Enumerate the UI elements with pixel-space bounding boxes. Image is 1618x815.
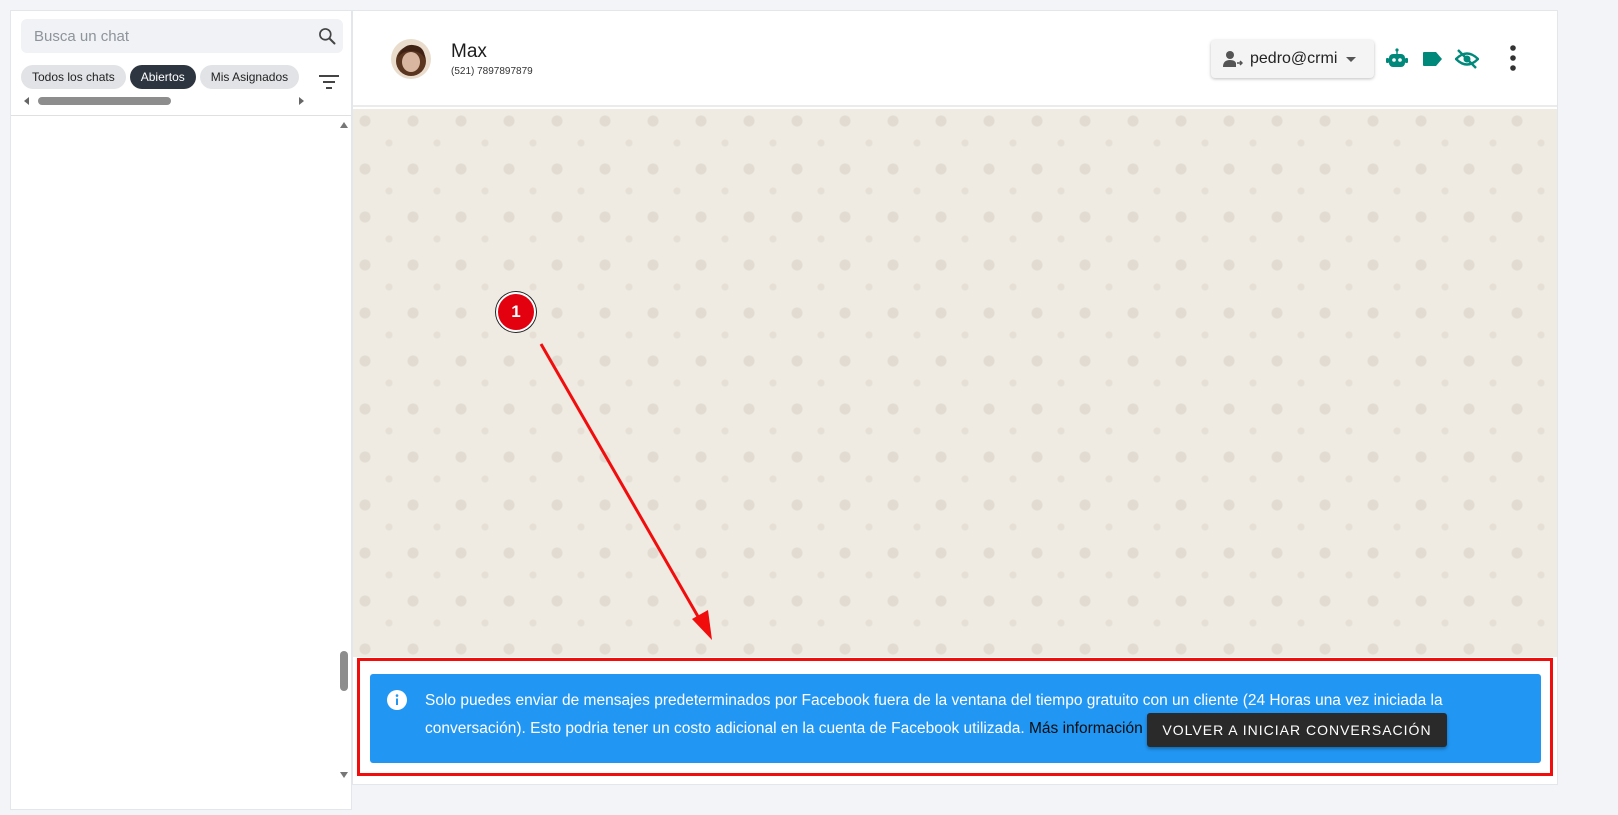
sidebar-divider [11,115,351,116]
scroll-down-icon[interactable] [340,772,348,778]
chip-todos-los-chats[interactable]: Todos los chats [21,65,126,89]
filter-chips: Todos los chats Abiertos Mis Asignados [21,65,300,89]
chat-messages-area [353,109,1557,657]
agent-select[interactable]: pedro@crmi [1211,40,1374,78]
chat-panel: Max (521) 7897897879 pedro@crmi Solo pue… [352,10,1558,785]
vertical-scroll-thumb[interactable] [340,651,348,691]
scroll-left-icon[interactable] [24,97,29,105]
annotation-step-badge: 1 [496,292,536,332]
horizontal-scrollbar[interactable] [24,95,304,107]
filter-icon[interactable] [318,73,340,91]
robot-icon[interactable] [1385,47,1409,71]
info-icon [387,690,407,710]
contact-name: Max [451,41,487,62]
search-input[interactable] [21,19,311,53]
scroll-up-icon[interactable] [340,122,348,128]
chevron-down-icon [1346,57,1356,62]
eye-off-icon[interactable] [1455,47,1479,71]
restart-conversation-button[interactable]: VOLVER A INICIAR CONVERSACIÓN [1147,713,1447,747]
chip-abiertos[interactable]: Abiertos [129,65,196,89]
contact-phone: (521) 7897897879 [451,66,533,77]
agent-label: pedro@crmi [1250,50,1338,67]
search-box [21,19,343,53]
label-icon[interactable] [1420,47,1444,71]
search-icon[interactable] [317,26,337,46]
scroll-right-icon[interactable] [299,97,304,105]
avatar[interactable] [391,39,431,79]
assign-user-icon [1223,51,1243,67]
chat-header: Max (521) 7897897879 pedro@crmi [353,11,1557,107]
more-vert-icon[interactable] [1501,44,1525,72]
chat-sidebar: Todos los chats Abiertos Mis Asignados [10,10,352,810]
horizontal-scroll-thumb[interactable] [38,97,171,105]
more-info-link[interactable]: Más información [1029,720,1143,737]
chip-mis-asignados[interactable]: Mis Asignados [199,65,300,89]
facebook-window-notice: Solo puedes enviar de mensajes predeterm… [370,674,1541,763]
